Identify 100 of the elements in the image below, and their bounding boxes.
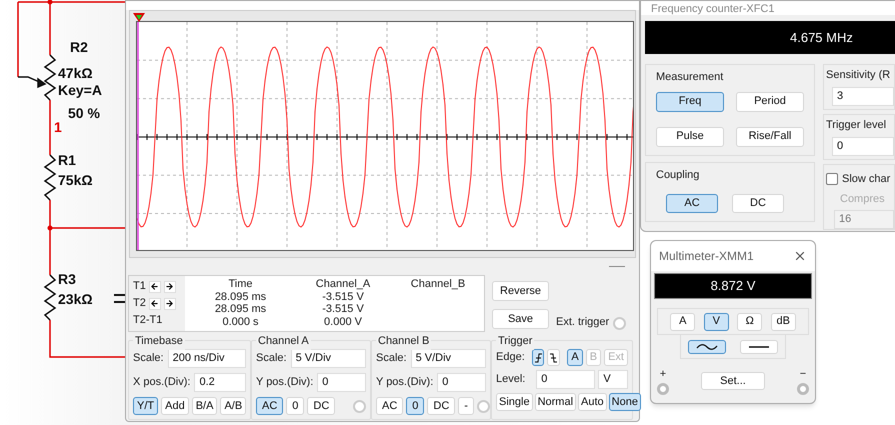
coupling-button[interactable]: AC (666, 194, 718, 212)
readout-cell-text: 0.000 s (221, 316, 260, 328)
trigger-mode-button[interactable]: Single (496, 393, 533, 411)
radio-button[interactable] (353, 400, 366, 412)
component-label: R3 (58, 271, 76, 287)
trigger-mode-button[interactable]: Normal (534, 393, 576, 411)
falling-edge-button[interactable] (547, 349, 560, 366)
capacitor-symbol (113, 294, 127, 303)
node-label: 1 (54, 119, 62, 135)
label-text: Ext. trigger (556, 314, 610, 330)
component-label: 23kΩ (58, 291, 93, 307)
label-text: X pos.(Div): (133, 375, 190, 390)
coupling-button[interactable]: DC (307, 397, 336, 415)
scale-field[interactable]: 5 V/Div (290, 349, 366, 368)
label-text: Scale: (376, 351, 407, 366)
radio-button[interactable] (476, 400, 490, 412)
label-text: Scale: (256, 351, 287, 366)
resistor-symbol (44, 274, 56, 321)
group-title: Coupling (656, 168, 700, 183)
sine-wave-icon (696, 342, 718, 350)
measure-mode-button[interactable]: A (670, 312, 696, 330)
rising-edge-button[interactable] (532, 349, 544, 366)
measure-mode-button[interactable]: Ω (737, 312, 762, 330)
trigger-source-button[interactable]: A (567, 349, 583, 366)
group-title: Trigger level (826, 118, 888, 133)
position-field[interactable]: 0.2 (194, 373, 246, 392)
column-header: Channel_A (314, 278, 372, 290)
group-title: Measurement (656, 70, 724, 85)
radio-button[interactable] (613, 317, 626, 330)
wire (49, 100, 51, 155)
cursor-left-button[interactable] (148, 298, 161, 310)
column-header: Channel_B (410, 278, 466, 290)
position-field[interactable]: 0 (317, 373, 366, 392)
cursor-label: T2 (133, 296, 146, 312)
scale-field[interactable]: 5 V/Div (410, 349, 486, 368)
group-title: Channel A (256, 333, 311, 350)
measure-mode-button[interactable]: V (704, 312, 729, 330)
coupling-button[interactable]: AC (376, 397, 404, 415)
scope-action-button[interactable]: Reverse (492, 281, 549, 301)
coupling-button[interactable]: - (458, 397, 474, 415)
edge-icon (534, 352, 543, 362)
coupling-button[interactable]: DC (732, 194, 784, 212)
position-field[interactable]: 0 (437, 373, 486, 392)
sensitivity-field[interactable]: 3 (832, 86, 894, 106)
cursor-right-button[interactable] (164, 280, 176, 292)
display-mode-button[interactable]: Y/T (133, 397, 158, 415)
cursor-handle-icon[interactable] (133, 13, 145, 22)
coupling-button[interactable]: DC (427, 397, 456, 415)
close-icon[interactable] (793, 249, 807, 263)
trigger-level-field[interactable]: 0 (832, 136, 894, 156)
group-title: Timebase (133, 333, 185, 350)
coupling-button[interactable]: 0 (286, 397, 304, 415)
measurement-button[interactable]: Pulse (656, 126, 724, 146)
display-mode-button[interactable]: A/B (220, 397, 246, 415)
component-label: 75kΩ (58, 172, 93, 188)
scope-action-button[interactable]: Save (492, 309, 549, 329)
trigger-level-field[interactable]: 0 (536, 370, 596, 389)
window-title: Frequency counter-XFC1 (651, 4, 774, 15)
ac-signal-button[interactable] (688, 340, 726, 354)
coupling-button[interactable]: AC (256, 397, 284, 415)
measurement-button[interactable]: Freq (656, 92, 724, 112)
cursor-left-button[interactable] (148, 280, 161, 292)
scale-field[interactable]: 200 ns/Div (168, 349, 246, 368)
cursor-right-button[interactable] (164, 298, 176, 310)
label-text: Scale: (133, 351, 164, 366)
set-button[interactable]: Set... (701, 372, 765, 390)
unit-field[interactable]: V (598, 370, 628, 389)
label-text: Y pos.(Div): (376, 375, 434, 390)
column-header: Time (227, 278, 254, 290)
trigger-mode-button[interactable]: Auto (578, 393, 607, 411)
readout-cell-text: -3.515 V (321, 290, 365, 303)
measure-mode-button[interactable]: dB (770, 312, 796, 330)
dc-signal-button[interactable] (740, 340, 778, 354)
trigger-mode-button[interactable]: None (608, 393, 641, 411)
component-label: 50 % (68, 105, 100, 121)
group-title: Sensitivity (R (826, 68, 892, 83)
cursor-label: T1 (133, 279, 146, 294)
potentiometer-symbol (18, 54, 56, 101)
resistor-symbol (44, 154, 56, 201)
edge-icon (548, 352, 558, 362)
frequency-display: 4.675 MHz (645, 21, 895, 54)
measurement-button[interactable]: Period (736, 92, 804, 112)
component-label: R2 (70, 39, 88, 55)
checkbox[interactable] (826, 173, 838, 186)
label-text: Level: (496, 372, 526, 388)
terminal-label: − (800, 367, 806, 382)
component-label: R1 (58, 152, 76, 168)
cursor-label: T2-T1 (133, 313, 162, 328)
terminal-label: + (660, 367, 666, 382)
measurement-button[interactable]: Rise/Fall (736, 126, 804, 146)
window-title: Multimeter-XMM1 (659, 248, 754, 265)
label-text: Slow char (842, 172, 890, 187)
group-title: Channel B (376, 333, 432, 350)
display-mode-button[interactable]: B/A (192, 397, 218, 415)
readout-cell-text: 0.000 V (323, 316, 363, 328)
readout-cell-text: 28.095 ms (214, 303, 268, 316)
display-mode-button[interactable]: Add (161, 397, 189, 415)
meter-display: 8.872 V (654, 273, 812, 299)
component-label: Key=A (58, 82, 102, 98)
coupling-button[interactable]: 0 (406, 397, 424, 415)
